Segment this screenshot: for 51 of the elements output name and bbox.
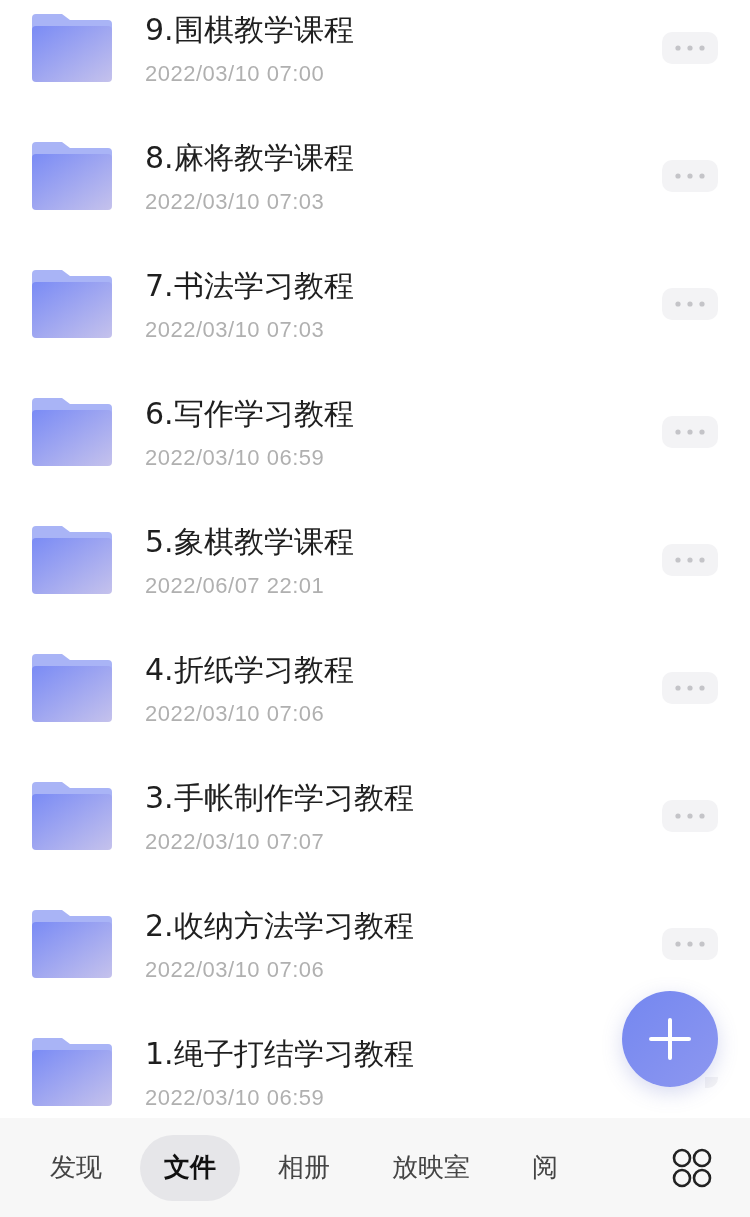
nav-tab[interactable]: 放映室 [368, 1134, 494, 1201]
folder-name[interactable]: 9.围棋教学课程 [145, 13, 354, 47]
more-icon [675, 685, 705, 691]
folder-name[interactable]: 8.麻将教学课程 [145, 141, 354, 175]
more-button[interactable] [662, 544, 718, 576]
folder-icon [32, 270, 112, 338]
folder-name[interactable]: 6.写作学习教程 [145, 397, 354, 431]
apps-grid-icon[interactable] [672, 1148, 712, 1188]
modified-date: 2022/06/07 22:01 [145, 573, 325, 599]
folder-icon [32, 782, 112, 850]
plus-icon [648, 1017, 692, 1061]
more-button[interactable] [662, 32, 718, 64]
folder-icon [32, 910, 112, 978]
more-icon [675, 173, 705, 179]
more-icon [675, 429, 705, 435]
folder-icon [32, 142, 112, 210]
nav-tab[interactable]: 相册 [254, 1134, 354, 1201]
folder-name[interactable]: 3.手帐制作学习教程 [145, 781, 414, 815]
modified-date: 2022/03/10 07:00 [145, 61, 325, 87]
folder-icon [32, 526, 112, 594]
folder-icon [32, 1038, 112, 1106]
more-icon [675, 941, 705, 947]
folder-icon [32, 14, 112, 82]
folder-icon [32, 398, 112, 466]
more-button[interactable] [662, 800, 718, 832]
more-button[interactable] [662, 288, 718, 320]
more-icon [675, 45, 705, 51]
more-icon [675, 813, 705, 819]
modified-date: 2022/03/10 07:06 [145, 957, 325, 983]
modified-date: 2022/03/10 06:59 [145, 1085, 325, 1111]
folder-name[interactable]: 1.绳子打结学习教程 [145, 1037, 414, 1071]
more-icon [675, 301, 705, 307]
nav-tab[interactable]: 阅 [508, 1134, 582, 1201]
folder-name[interactable]: 4.折纸学习教程 [145, 653, 354, 687]
modified-date: 2022/03/10 07:06 [145, 701, 325, 727]
more-button[interactable] [662, 928, 718, 960]
nav-tab[interactable]: 发现 [26, 1134, 126, 1201]
modified-date: 2022/03/10 07:03 [145, 317, 325, 343]
folder-name[interactable]: 2.收纳方法学习教程 [145, 909, 414, 943]
more-button[interactable] [662, 416, 718, 448]
modified-date: 2022/03/10 06:59 [145, 445, 325, 471]
modified-date: 2022/03/10 07:03 [145, 189, 325, 215]
nav-tab[interactable]: 文件 [140, 1134, 240, 1201]
more-button[interactable] [662, 160, 718, 192]
more-button[interactable] [705, 1077, 718, 1088]
folder-name[interactable]: 7.书法学习教程 [145, 269, 354, 303]
folder-name[interactable]: 5.象棋教学课程 [145, 525, 354, 559]
more-icon [675, 557, 705, 563]
modified-date: 2022/03/10 07:07 [145, 829, 325, 855]
folder-icon [32, 654, 112, 722]
more-button[interactable] [662, 672, 718, 704]
